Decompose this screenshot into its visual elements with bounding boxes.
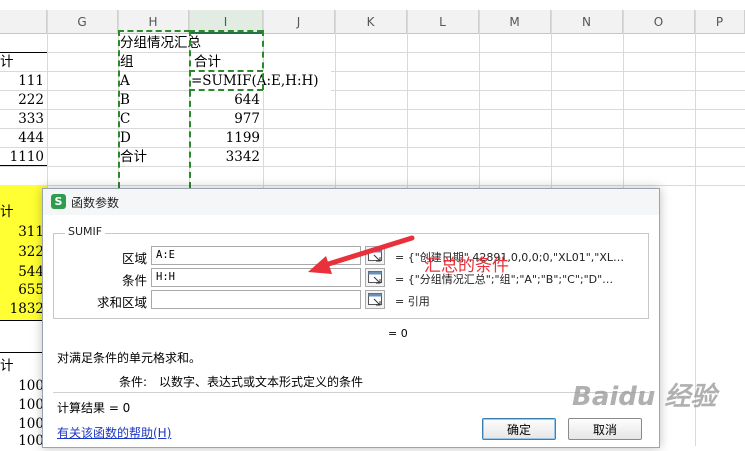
copy-range-marquee: [189, 70, 263, 73]
cell-left[interactable]: 544: [0, 262, 44, 282]
column-header-partial[interactable]: [0, 10, 47, 34]
cell-left-header[interactable]: 计: [0, 202, 14, 222]
column-header-n[interactable]: N: [551, 10, 623, 34]
cell-left[interactable]: 100: [0, 376, 44, 396]
sum-range-select-button[interactable]: [365, 290, 385, 309]
ok-button[interactable]: 确定: [482, 418, 556, 440]
cell-left[interactable]: 311: [0, 222, 44, 242]
cell-left[interactable]: 1110: [0, 147, 44, 167]
cell-left-header[interactable]: 计: [0, 52, 14, 72]
summary-group-cell[interactable]: B: [120, 90, 180, 110]
summary-group-cell[interactable]: C: [120, 109, 180, 129]
field-label-criteria: 条件: [121, 273, 147, 288]
calc-result: 计算结果 = 0: [57, 401, 131, 415]
column-header-j[interactable]: J: [263, 10, 335, 34]
red-arrow-icon: [308, 235, 415, 274]
column-header-k[interactable]: K: [335, 10, 407, 34]
sum-range-input[interactable]: [151, 290, 361, 309]
annotation-text: 汇总的条件: [424, 256, 509, 276]
cancel-button[interactable]: 取消: [568, 418, 642, 440]
column-header-o[interactable]: O: [623, 10, 695, 34]
summary-total-cell[interactable]: 977: [191, 109, 260, 129]
cell-left[interactable]: 100: [0, 395, 44, 415]
copy-range-marquee: [262, 30, 265, 90]
dialog-titlebar[interactable]: S 函数参数: [43, 189, 659, 215]
summary-header-group[interactable]: 组: [120, 52, 180, 72]
summary-header-total[interactable]: 合计: [194, 52, 254, 72]
formula-result: = 0: [388, 327, 408, 340]
field-label-range: 区域: [121, 251, 147, 266]
copy-range-marquee: [118, 30, 121, 188]
summary-group-cell[interactable]: A: [120, 71, 180, 91]
cell-left-header[interactable]: 计: [0, 356, 14, 376]
active-cell-formula[interactable]: =SUMIF(A:E,H:H): [191, 71, 331, 91]
collapse-dialog-icon: [368, 293, 382, 306]
wps-logo-icon: S: [51, 194, 66, 209]
copy-range-marquee: [189, 89, 263, 92]
cell-left[interactable]: 655: [0, 280, 44, 300]
summary-total-cell[interactable]: 1199: [191, 128, 260, 148]
dialog-title: 函数参数: [71, 196, 120, 210]
help-link[interactable]: 有关该函数的帮助(H): [57, 424, 171, 441]
toolbar-strip: [0, 0, 745, 10]
copy-range-marquee: [118, 30, 190, 33]
cell-left[interactable]: 111: [0, 71, 44, 91]
column-header-p[interactable]: P: [695, 10, 745, 34]
column-header-m[interactable]: M: [479, 10, 551, 34]
cell-left[interactable]: 1832: [0, 299, 44, 319]
cell-left[interactable]: 333: [0, 109, 44, 129]
baidu-watermark: Baidu 经验: [572, 382, 717, 412]
copy-range-marquee: [189, 30, 192, 188]
sum-range-result: = 引用: [395, 295, 430, 308]
function-name: SUMIF: [65, 225, 106, 238]
summary-group-cell[interactable]: 合计: [120, 147, 180, 167]
param-desc-label: 条件:: [119, 375, 148, 389]
field-label-sum-range: 求和区域: [96, 295, 147, 310]
cell-left[interactable]: 444: [0, 128, 44, 148]
copy-range-marquee: [189, 30, 263, 33]
cell-left[interactable]: 322: [0, 242, 44, 262]
cell-left[interactable]: 222: [0, 90, 44, 110]
divider: [53, 392, 649, 393]
cell-left[interactable]: 100: [0, 431, 44, 451]
summary-group-cell[interactable]: D: [120, 128, 180, 148]
param-desc-text: 以数字、表达式或文本形式定义的条件: [159, 375, 364, 389]
column-header-g[interactable]: G: [47, 10, 118, 34]
function-arguments-dialog: S 函数参数 SUMIF 区域 A:E = {"创建日期",42891,0,0,…: [42, 188, 660, 448]
column-header-l[interactable]: L: [407, 10, 479, 34]
function-description: 对满足条件的单元格求和。: [57, 351, 202, 365]
summary-total-cell[interactable]: 3342: [191, 147, 260, 167]
summary-total-cell[interactable]: 644: [191, 90, 260, 110]
